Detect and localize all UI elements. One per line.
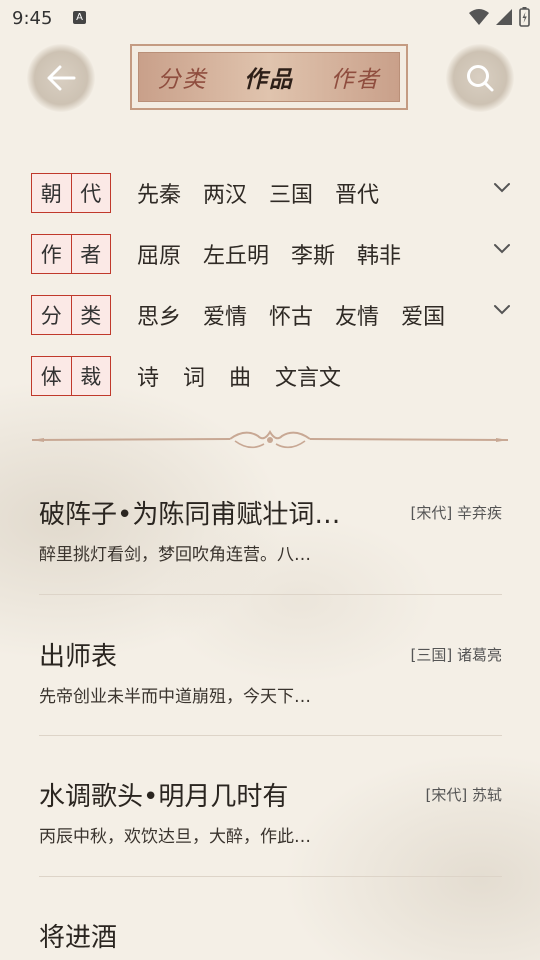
label-char: 分	[32, 296, 72, 334]
ornament-divider	[31, 430, 509, 449]
work-excerpt: 丙辰中秋，欢饮达旦，大醉，作此…	[39, 827, 311, 847]
status-time: 9:45	[12, 8, 53, 29]
category-tab-bar: 分类 作品 作者	[130, 44, 408, 110]
work-title: 将进酒	[39, 923, 118, 953]
filter-options: 先秦 两汉 三国 晋代	[137, 177, 401, 209]
filter-option[interactable]: 思乡	[137, 299, 181, 331]
filter-options: 思乡 爱情 怀古 友情 爱国	[137, 299, 467, 331]
label-char: 体	[32, 357, 72, 395]
work-item[interactable]: 破阵子•为陈同甫赋壮词… [宋代] 辛弃疾 醉里挑灯看剑，梦回吹角连营。八…	[39, 494, 502, 574]
filter-option[interactable]: 友情	[335, 299, 379, 331]
divider	[39, 735, 502, 736]
tab-inner: 分类 作品 作者	[138, 52, 400, 102]
work-item[interactable]: 出师表 [三国] 诸葛亮 先帝创业未半而中道崩殂，今天下…	[39, 636, 502, 716]
work-excerpt: 先帝创业未半而中道崩殂，今天下…	[39, 687, 311, 707]
label-char: 作	[32, 235, 72, 273]
tab-category[interactable]: 分类	[157, 60, 207, 94]
filter-option[interactable]: 诗	[137, 360, 159, 392]
filter-label-category: 分 类	[31, 295, 111, 335]
divider	[39, 876, 502, 877]
filter-option[interactable]: 晋代	[335, 177, 379, 209]
filter-option[interactable]: 左丘明	[203, 238, 269, 270]
work-meta: [宋代] 辛弃疾	[410, 504, 502, 522]
work-item[interactable]: 将进酒	[39, 917, 502, 960]
search-icon	[467, 65, 494, 92]
filter-option[interactable]: 三国	[269, 177, 313, 209]
work-title: 水调歌头•明月几时有	[39, 782, 289, 812]
search-button[interactable]	[446, 44, 514, 112]
label-char: 类	[71, 296, 110, 334]
chevron-down-icon[interactable]	[493, 181, 511, 195]
filter-option[interactable]: 先秦	[137, 177, 181, 209]
filter-row-dynasty: 朝 代 先秦 两汉 三国 晋代	[31, 173, 521, 217]
filter-label-dynasty: 朝 代	[31, 173, 111, 213]
label-char: 裁	[71, 357, 110, 395]
filter-option[interactable]: 怀古	[269, 299, 313, 331]
accessibility-a-icon: A	[73, 11, 86, 24]
work-meta: [三国] 诸葛亮	[410, 646, 502, 664]
filter-options: 屈原 左丘明 李斯 韩非	[137, 238, 423, 270]
filter-option[interactable]: 两汉	[203, 177, 247, 209]
chevron-down-icon[interactable]	[493, 242, 511, 256]
filter-option[interactable]: 爱国	[401, 299, 445, 331]
filter-option[interactable]: 词	[183, 360, 205, 392]
label-char: 朝	[32, 174, 72, 212]
tab-authors[interactable]: 作者	[331, 60, 381, 94]
filter-option[interactable]: 屈原	[137, 238, 181, 270]
filter-row-category: 分 类 思乡 爱情 怀古 友情 爱国	[31, 295, 521, 339]
signal-icon	[496, 9, 512, 25]
work-meta: [宋代] 苏轼	[425, 786, 502, 804]
filter-label-genre: 体 裁	[31, 356, 111, 396]
system-icons	[469, 7, 530, 27]
filter-option[interactable]: 文言文	[275, 360, 341, 392]
status-bar: 9:45 A	[0, 0, 540, 36]
label-char: 者	[71, 235, 110, 273]
work-title: 破阵子•为陈同甫赋壮词…	[39, 500, 341, 530]
filter-option[interactable]: 韩非	[357, 238, 401, 270]
filter-option[interactable]: 李斯	[291, 238, 335, 270]
filter-option[interactable]: 曲	[229, 360, 251, 392]
work-item[interactable]: 水调歌头•明月几时有 [宋代] 苏轼 丙辰中秋，欢饮达旦，大醉，作此…	[39, 776, 502, 856]
filter-options: 诗 词 曲 文言文	[137, 360, 365, 392]
filter-option[interactable]: 爱情	[203, 299, 247, 331]
back-button[interactable]	[27, 44, 95, 112]
filter-row-author: 作 者 屈原 左丘明 李斯 韩非	[31, 234, 521, 278]
tab-works[interactable]: 作品	[244, 60, 294, 94]
battery-icon	[519, 7, 530, 27]
label-char: 代	[71, 174, 110, 212]
arrow-left-icon	[47, 65, 76, 91]
work-excerpt: 醉里挑灯看剑，梦回吹角连营。八…	[39, 545, 311, 565]
filter-label-author: 作 者	[31, 234, 111, 274]
divider	[39, 594, 502, 595]
work-title: 出师表	[39, 642, 118, 672]
filter-row-genre: 体 裁 诗 词 曲 文言文	[31, 356, 521, 400]
wifi-icon	[469, 9, 489, 25]
chevron-down-icon[interactable]	[493, 303, 511, 317]
